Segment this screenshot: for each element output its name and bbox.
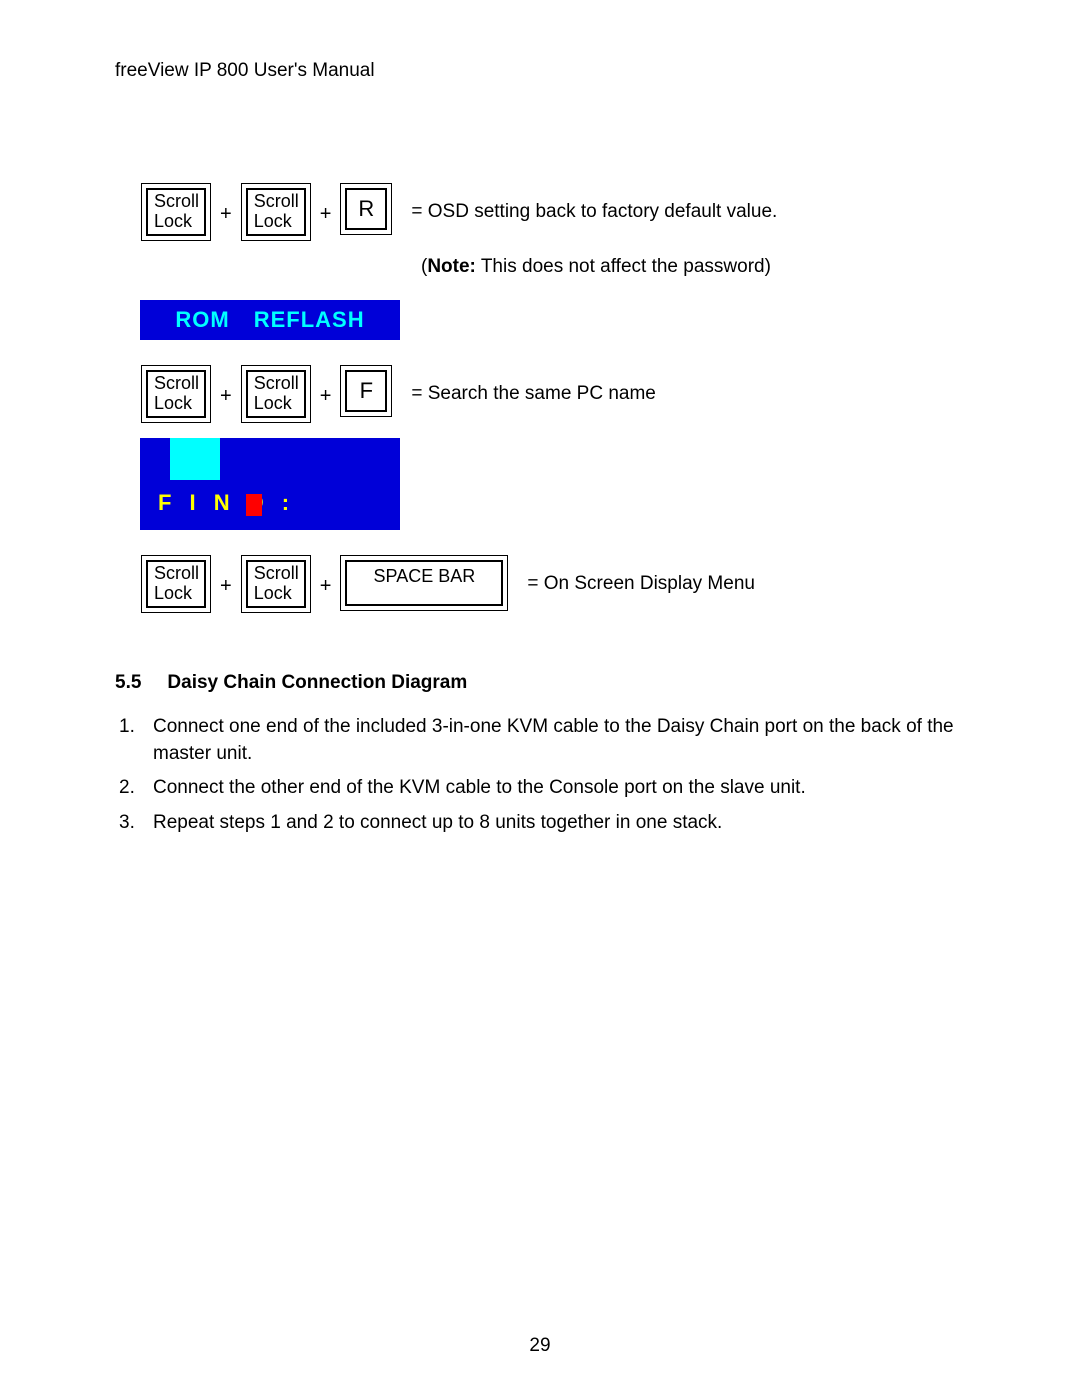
step-number: 3. bbox=[119, 810, 139, 837]
row1-description: = OSD setting back to factory default va… bbox=[411, 198, 777, 227]
key-f: F bbox=[345, 370, 387, 412]
key-scroll-lock: ScrollLock bbox=[246, 560, 306, 608]
key-label: Scroll bbox=[254, 373, 299, 393]
shortcut-row-osd: ScrollLock + ScrollLock + SPACE BAR = On… bbox=[140, 554, 980, 614]
section-title: Daisy Chain Connection Diagram bbox=[167, 672, 467, 694]
key-scroll-lock: ScrollLock bbox=[246, 370, 306, 418]
key-scroll-lock: ScrollLock bbox=[146, 370, 206, 418]
row3-description: = On Screen Display Menu bbox=[527, 570, 755, 599]
key-label: Scroll bbox=[154, 191, 199, 211]
rom-label: ROM bbox=[175, 307, 229, 333]
page-number: 29 bbox=[0, 1335, 1080, 1357]
rom-reflash-bar: ROM REFLASH bbox=[140, 300, 400, 340]
cyan-highlight bbox=[170, 438, 220, 480]
plus-sign: + bbox=[320, 203, 332, 226]
key-label: Lock bbox=[254, 583, 292, 603]
list-item: 1. Connect one end of the included 3-in-… bbox=[119, 714, 980, 767]
key-scroll-lock: ScrollLock bbox=[246, 188, 306, 236]
note-rest: This does not affect the password) bbox=[476, 256, 771, 277]
key-label: Lock bbox=[154, 393, 192, 413]
plus-sign: + bbox=[320, 575, 332, 598]
note-bold: Note: bbox=[427, 256, 476, 277]
key-scroll-lock: ScrollLock bbox=[146, 188, 206, 236]
key-label: Lock bbox=[154, 583, 192, 603]
key-label: Scroll bbox=[254, 191, 299, 211]
key-space-bar: SPACE BAR bbox=[345, 560, 503, 606]
row2-description: = Search the same PC name bbox=[411, 380, 656, 409]
step-text: Repeat steps 1 and 2 to connect up to 8 … bbox=[153, 810, 722, 837]
key-label: Lock bbox=[254, 211, 292, 231]
step-text: Connect the other end of the KVM cable t… bbox=[153, 775, 806, 802]
list-item: 2. Connect the other end of the KVM cabl… bbox=[119, 775, 980, 802]
step-text: Connect one end of the included 3-in-one… bbox=[153, 714, 980, 767]
key-r: R bbox=[345, 188, 387, 230]
key-label: Lock bbox=[254, 393, 292, 413]
plus-sign: + bbox=[220, 385, 232, 408]
key-label: Scroll bbox=[154, 373, 199, 393]
plus-sign: + bbox=[220, 575, 232, 598]
section-number: 5.5 bbox=[115, 672, 141, 694]
key-scroll-lock: ScrollLock bbox=[146, 560, 206, 608]
reflash-label: REFLASH bbox=[254, 307, 365, 333]
list-item: 3. Repeat steps 1 and 2 to connect up to… bbox=[119, 810, 980, 837]
shortcut-row-find: ScrollLock + ScrollLock + F = Search the… bbox=[140, 364, 980, 424]
page: freeView IP 800 User's Manual ScrollLock… bbox=[0, 0, 1080, 1397]
red-cursor bbox=[246, 494, 262, 516]
plus-sign: + bbox=[320, 385, 332, 408]
section-heading: 5.5 Daisy Chain Connection Diagram bbox=[115, 672, 980, 694]
find-box: F I N D : bbox=[140, 438, 400, 530]
note-line: (Note: This does not affect the password… bbox=[421, 256, 980, 278]
key-label: Lock bbox=[154, 211, 192, 231]
header-title: freeView IP 800 User's Manual bbox=[115, 60, 980, 82]
find-label: F I N D : bbox=[158, 490, 295, 516]
find-osd: F I N D : bbox=[140, 438, 980, 530]
step-number: 2. bbox=[119, 775, 139, 802]
key-label: Scroll bbox=[254, 563, 299, 583]
step-number: 1. bbox=[119, 714, 139, 767]
plus-sign: + bbox=[220, 203, 232, 226]
rom-reflash-osd: ROM REFLASH bbox=[140, 300, 980, 340]
key-label: Scroll bbox=[154, 563, 199, 583]
shortcut-row-reset: ScrollLock + ScrollLock + R = OSD settin… bbox=[140, 182, 980, 242]
steps-list: 1. Connect one end of the included 3-in-… bbox=[119, 714, 980, 836]
